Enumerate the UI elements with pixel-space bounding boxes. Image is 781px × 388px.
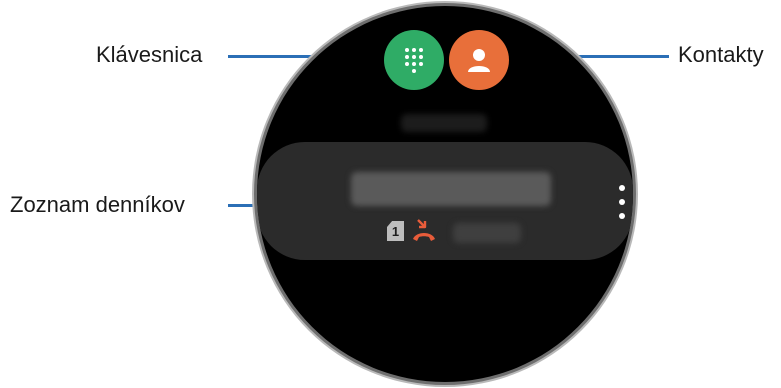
dialpad-icon	[405, 48, 423, 73]
more-dot	[619, 199, 625, 205]
contacts-button[interactable]	[449, 30, 509, 90]
call-log-callout-label: Zoznam denníkov	[10, 192, 185, 217]
blurred-header-text	[401, 114, 487, 132]
missed-call-icon	[413, 219, 435, 241]
person-icon	[468, 49, 490, 72]
more-dot	[619, 185, 625, 191]
keypad-button[interactable]	[384, 30, 444, 90]
keypad-callout-label: Klávesnica	[96, 42, 203, 67]
blurred-contact-name	[351, 172, 551, 206]
more-dot	[619, 213, 625, 219]
watch-screen: 1	[257, 6, 633, 382]
blurred-call-time	[453, 223, 521, 243]
contacts-callout-label: Kontakty	[678, 42, 764, 67]
more-options-icon[interactable]	[618, 185, 626, 219]
